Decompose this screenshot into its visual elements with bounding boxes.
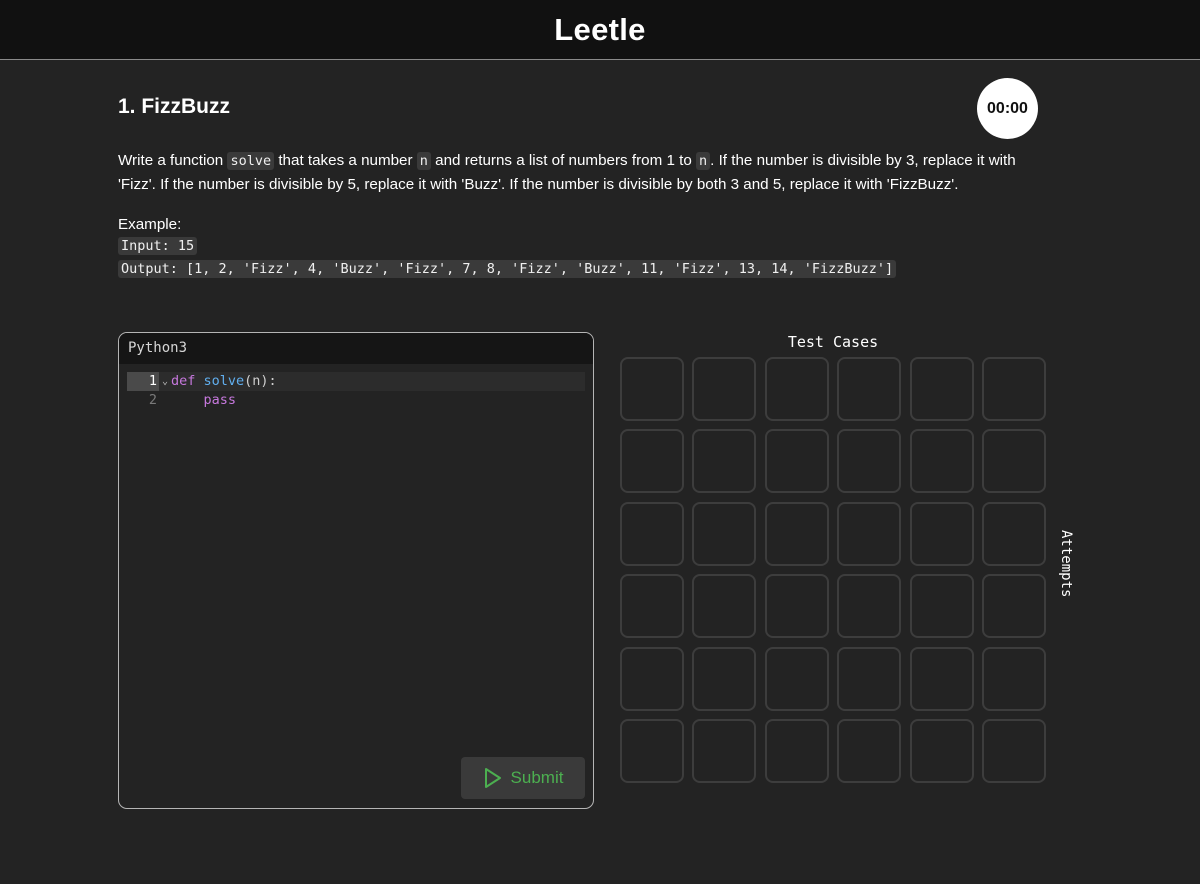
test-case-cell [620, 646, 684, 711]
test-case-cell [909, 429, 974, 494]
top-bar: Leetle [0, 0, 1200, 60]
desc-text: that takes a number [274, 152, 417, 169]
language-label[interactable]: Python3 [119, 333, 593, 364]
test-case-cell [981, 574, 1046, 639]
test-case-cell [620, 501, 684, 566]
test-case-cell [909, 357, 974, 421]
inline-code-solve: solve [227, 152, 275, 170]
code-token: def [171, 373, 196, 389]
code-text[interactable]: def solve(n): [171, 372, 277, 391]
test-case-cell [620, 429, 684, 494]
play-icon [484, 768, 501, 788]
test-case-cell [764, 357, 829, 421]
example-output: Output: [1, 2, 'Fizz', 4, 'Buzz', 'Fizz'… [118, 260, 897, 278]
code-token: pass [203, 392, 237, 408]
test-case-cell [981, 357, 1046, 421]
test-case-cell [981, 429, 1046, 494]
inline-code-n: n [696, 152, 711, 170]
example-label: Example: [118, 216, 182, 233]
submit-label: Submit [510, 768, 564, 787]
test-case-cell [909, 718, 974, 783]
test-case-cell [620, 357, 684, 421]
test-case-cell [837, 501, 902, 566]
test-case-cell [620, 718, 684, 783]
submit-button[interactable]: Submit [461, 757, 585, 799]
test-case-cell [692, 574, 757, 639]
test-case-cell [764, 646, 829, 711]
test-case-cell [764, 574, 829, 639]
code-token: (n): [244, 373, 277, 389]
code-line-2[interactable]: 2 pass [127, 391, 585, 410]
desc-text: Write a function [118, 152, 228, 169]
test-case-grid [620, 357, 1046, 783]
test-case-cell [620, 574, 684, 639]
test-case-cell [692, 646, 757, 711]
test-case-cell [837, 574, 902, 639]
test-case-cell [909, 574, 974, 639]
test-case-cell [909, 646, 974, 711]
test-case-cell [692, 718, 757, 783]
problem-title: 1. FizzBuzz [118, 95, 231, 118]
test-case-cell [981, 646, 1046, 711]
test-case-cell [764, 718, 829, 783]
test-case-cell [837, 429, 902, 494]
test-cases-title: Test Cases [787, 333, 879, 351]
app-logo: Leetle [554, 11, 646, 47]
test-case-cell [764, 429, 829, 494]
desc-text: and returns a list of numbers from 1 to [430, 152, 696, 169]
inline-code-n: n [416, 152, 431, 170]
timer-badge[interactable]: 00:00 [977, 78, 1038, 139]
test-case-cell [837, 718, 902, 783]
test-case-cell [981, 718, 1046, 783]
code-area[interactable]: 1 ⌄ def solve(n): 2 pass [119, 364, 593, 808]
test-case-cell [692, 429, 757, 494]
code-text[interactable]: pass [171, 391, 237, 410]
line-number: 1 [127, 372, 159, 391]
example-input: Input: 15 [118, 237, 198, 255]
fold-chevron-icon[interactable]: ⌄ [159, 372, 171, 391]
line-number: 2 [148, 392, 157, 408]
code-editor[interactable]: Python3 1 ⌄ def solve(n): 2 pass [118, 332, 594, 809]
test-case-cell [909, 501, 974, 566]
test-case-cell [764, 501, 829, 566]
test-case-cell [837, 646, 902, 711]
problem-description: Write a function solve that takes a numb… [118, 149, 1048, 196]
code-token: solve [203, 373, 245, 389]
test-case-cell [692, 357, 757, 421]
code-line-1[interactable]: 1 ⌄ def solve(n): [127, 372, 585, 391]
test-case-cell [981, 501, 1046, 566]
test-case-cell [837, 357, 902, 421]
test-case-cell [692, 501, 757, 566]
attempts-label: Attempts [1058, 530, 1074, 598]
